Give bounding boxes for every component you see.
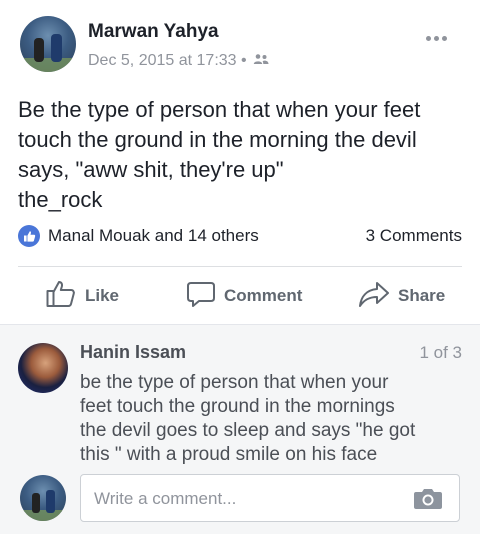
comments-section: Hanin Issam 1 of 3 be the type of person… [0, 324, 480, 534]
meta-separator: • [241, 52, 247, 70]
post-text-line: Be the type of person that when your fee… [18, 97, 421, 122]
comment-text-line: feet touch the ground in the mornings [80, 396, 395, 417]
comment-input[interactable]: Write a comment... [80, 474, 460, 522]
commenter-avatar[interactable] [18, 343, 68, 393]
thumbs-up-icon [45, 278, 77, 315]
divider [18, 266, 462, 267]
reactions-bar: Manal Mouak and 14 others 3 Comments [18, 224, 462, 248]
post-text-line: says, "aww shit, they're up" [18, 157, 284, 182]
author-avatar[interactable] [20, 16, 76, 72]
comment-button[interactable]: Comment [186, 280, 302, 312]
comment-count[interactable]: 3 Comments [366, 226, 462, 246]
post-meta: Dec 5, 2015 at 17:33 • [88, 52, 269, 70]
share-label: Share [398, 286, 446, 305]
more-options-icon[interactable] [426, 28, 454, 41]
commenter-name[interactable]: Hanin Issam [80, 342, 186, 363]
comment-body: be the type of person that when your fee… [80, 371, 460, 467]
comment-text-line: be the type of person that when your [80, 372, 389, 393]
like-reaction-icon [18, 225, 40, 247]
post-timestamp[interactable]: Dec 5, 2015 at 17:33 [88, 52, 237, 69]
current-user-avatar [20, 475, 66, 521]
post-text-line: touch the ground in the morning the devi… [18, 127, 417, 152]
comment-bubble-icon [186, 279, 216, 314]
comment-text-line: the devil goes to sleep and says "he got [80, 420, 416, 441]
like-label: Like [85, 286, 120, 305]
friends-icon [253, 52, 269, 70]
post-body: Be the type of person that when your fee… [18, 95, 468, 215]
camera-icon[interactable] [413, 486, 443, 515]
reactors-summary[interactable]: Manal Mouak and 14 others [48, 226, 259, 246]
author-name[interactable]: Marwan Yahya [88, 21, 219, 43]
post-actions: Like Comment Share [0, 268, 480, 324]
comment-text-line: this " with a proud smile on his face [80, 444, 378, 465]
post-text-line: the_rock [18, 187, 103, 212]
like-button[interactable]: Like [45, 280, 119, 312]
comment-pager: 1 of 3 [419, 343, 462, 362]
share-arrow-icon [358, 279, 390, 314]
post-header: Marwan Yahya Dec 5, 2015 at 17:33 • [0, 0, 480, 80]
comment-input-placeholder: Write a comment... [94, 489, 237, 508]
share-button[interactable]: Share [358, 280, 445, 312]
comment-label: Comment [224, 286, 303, 305]
